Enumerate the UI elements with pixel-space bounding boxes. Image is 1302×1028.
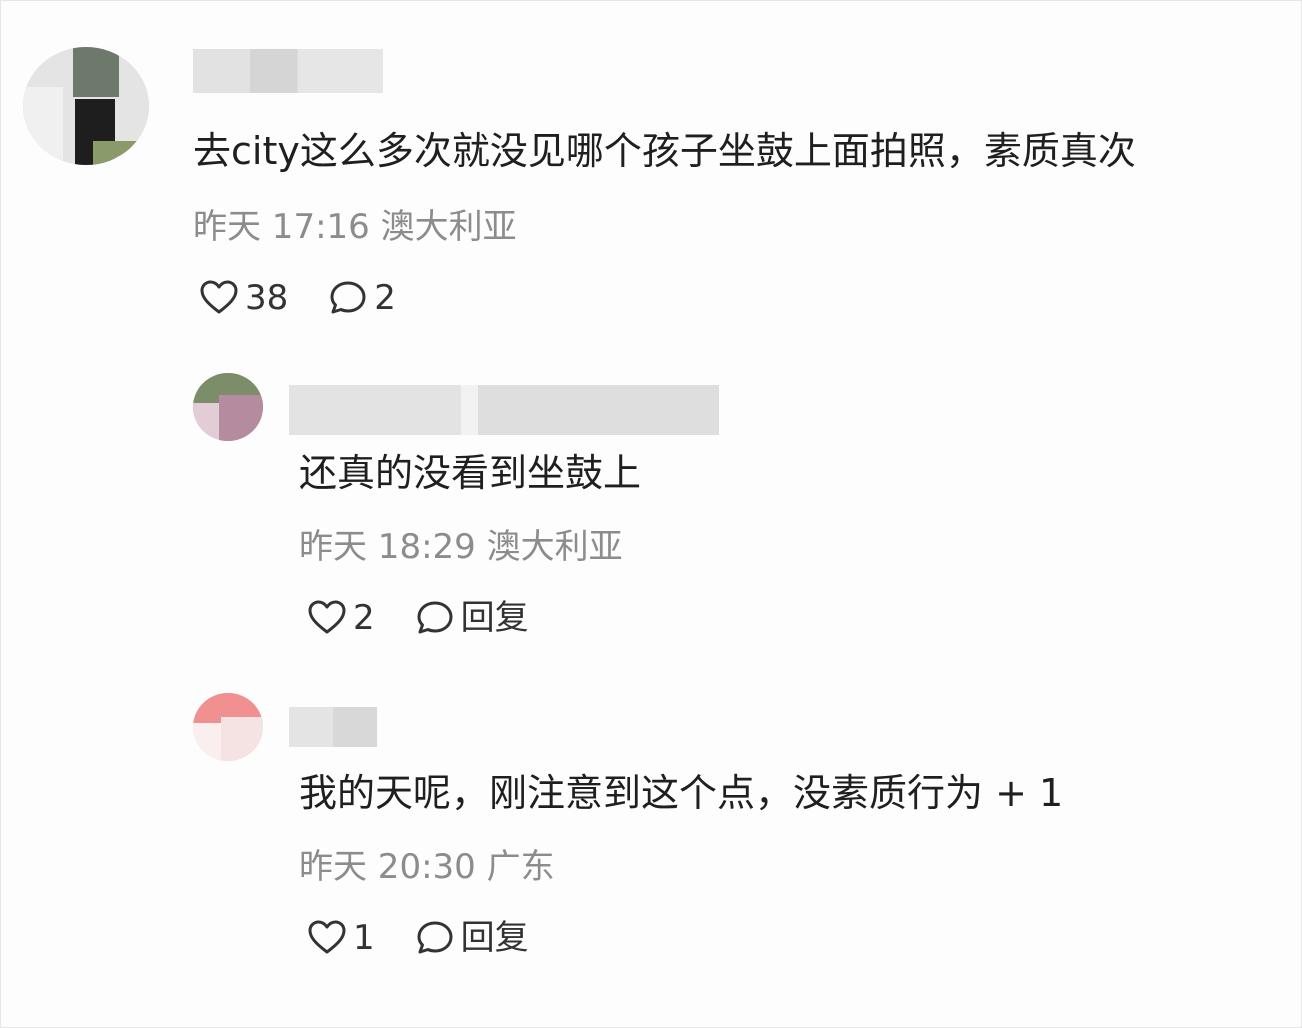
like-count: 38 [245, 278, 289, 318]
username-blurred[interactable] [289, 707, 377, 747]
avatar-pixel [193, 723, 221, 761]
reply-actions: 1 回复 [307, 915, 569, 961]
avatar-pixel [23, 87, 63, 165]
reply-actions: 2 回复 [307, 595, 569, 641]
speech-bubble-icon [417, 921, 453, 954]
like-button[interactable]: 1 [307, 918, 375, 958]
speech-bubble-icon [330, 281, 366, 314]
reply-count: 2 [374, 278, 396, 318]
avatar[interactable] [23, 47, 149, 165]
speech-bubble-icon [417, 601, 453, 634]
comment-button[interactable]: 2 [328, 278, 396, 318]
heart-outline-icon [200, 280, 238, 314]
reply-meta: 昨天 20:30 广东 [299, 847, 555, 887]
comment-meta: 昨天 17:16 澳大利亚 [193, 207, 517, 247]
like-button[interactable]: 2 [307, 598, 375, 638]
comment-item: 去city这么多次就没见哪个孩子坐鼓上面拍照，素质真次 昨天 17:16 澳大利… [1, 1, 1302, 341]
reply-button[interactable]: 回复 [415, 598, 529, 638]
reply-item: 还真的没看到坐鼓上 昨天 18:29 澳大利亚 2 回复 [1, 361, 1302, 661]
avatar-pixel [219, 395, 263, 441]
username-blurred[interactable] [193, 49, 383, 93]
reply-text: 还真的没看到坐鼓上 [299, 451, 642, 495]
avatar[interactable] [193, 693, 263, 761]
comment-thread: 去city这么多次就没见哪个孩子坐鼓上面拍照，素质真次 昨天 17:16 澳大利… [0, 0, 1302, 1028]
like-count: 1 [353, 918, 375, 958]
username-blurred[interactable] [289, 385, 719, 435]
reply-label: 回复 [460, 598, 529, 638]
reply-item: 我的天呢，刚注意到这个点，没素质行为 + 1 昨天 20:30 广东 1 回复 [1, 681, 1302, 981]
avatar[interactable] [193, 373, 263, 441]
comment-text: 去city这么多次就没见哪个孩子坐鼓上面拍照，素质真次 [193, 129, 1136, 173]
comment-actions: 38 2 [199, 275, 436, 321]
reply-text: 我的天呢，刚注意到这个点，没素质行为 + 1 [299, 771, 1064, 815]
reply-meta: 昨天 18:29 澳大利亚 [299, 527, 623, 567]
like-button[interactable]: 38 [199, 278, 288, 318]
reply-button[interactable]: 回复 [415, 918, 529, 958]
avatar-pixel [73, 47, 119, 97]
heart-outline-icon [308, 600, 346, 634]
avatar-pixel [93, 141, 149, 165]
avatar-pixel [221, 717, 263, 761]
like-count: 2 [353, 598, 375, 638]
heart-outline-icon [308, 920, 346, 954]
reply-label: 回复 [460, 918, 529, 958]
